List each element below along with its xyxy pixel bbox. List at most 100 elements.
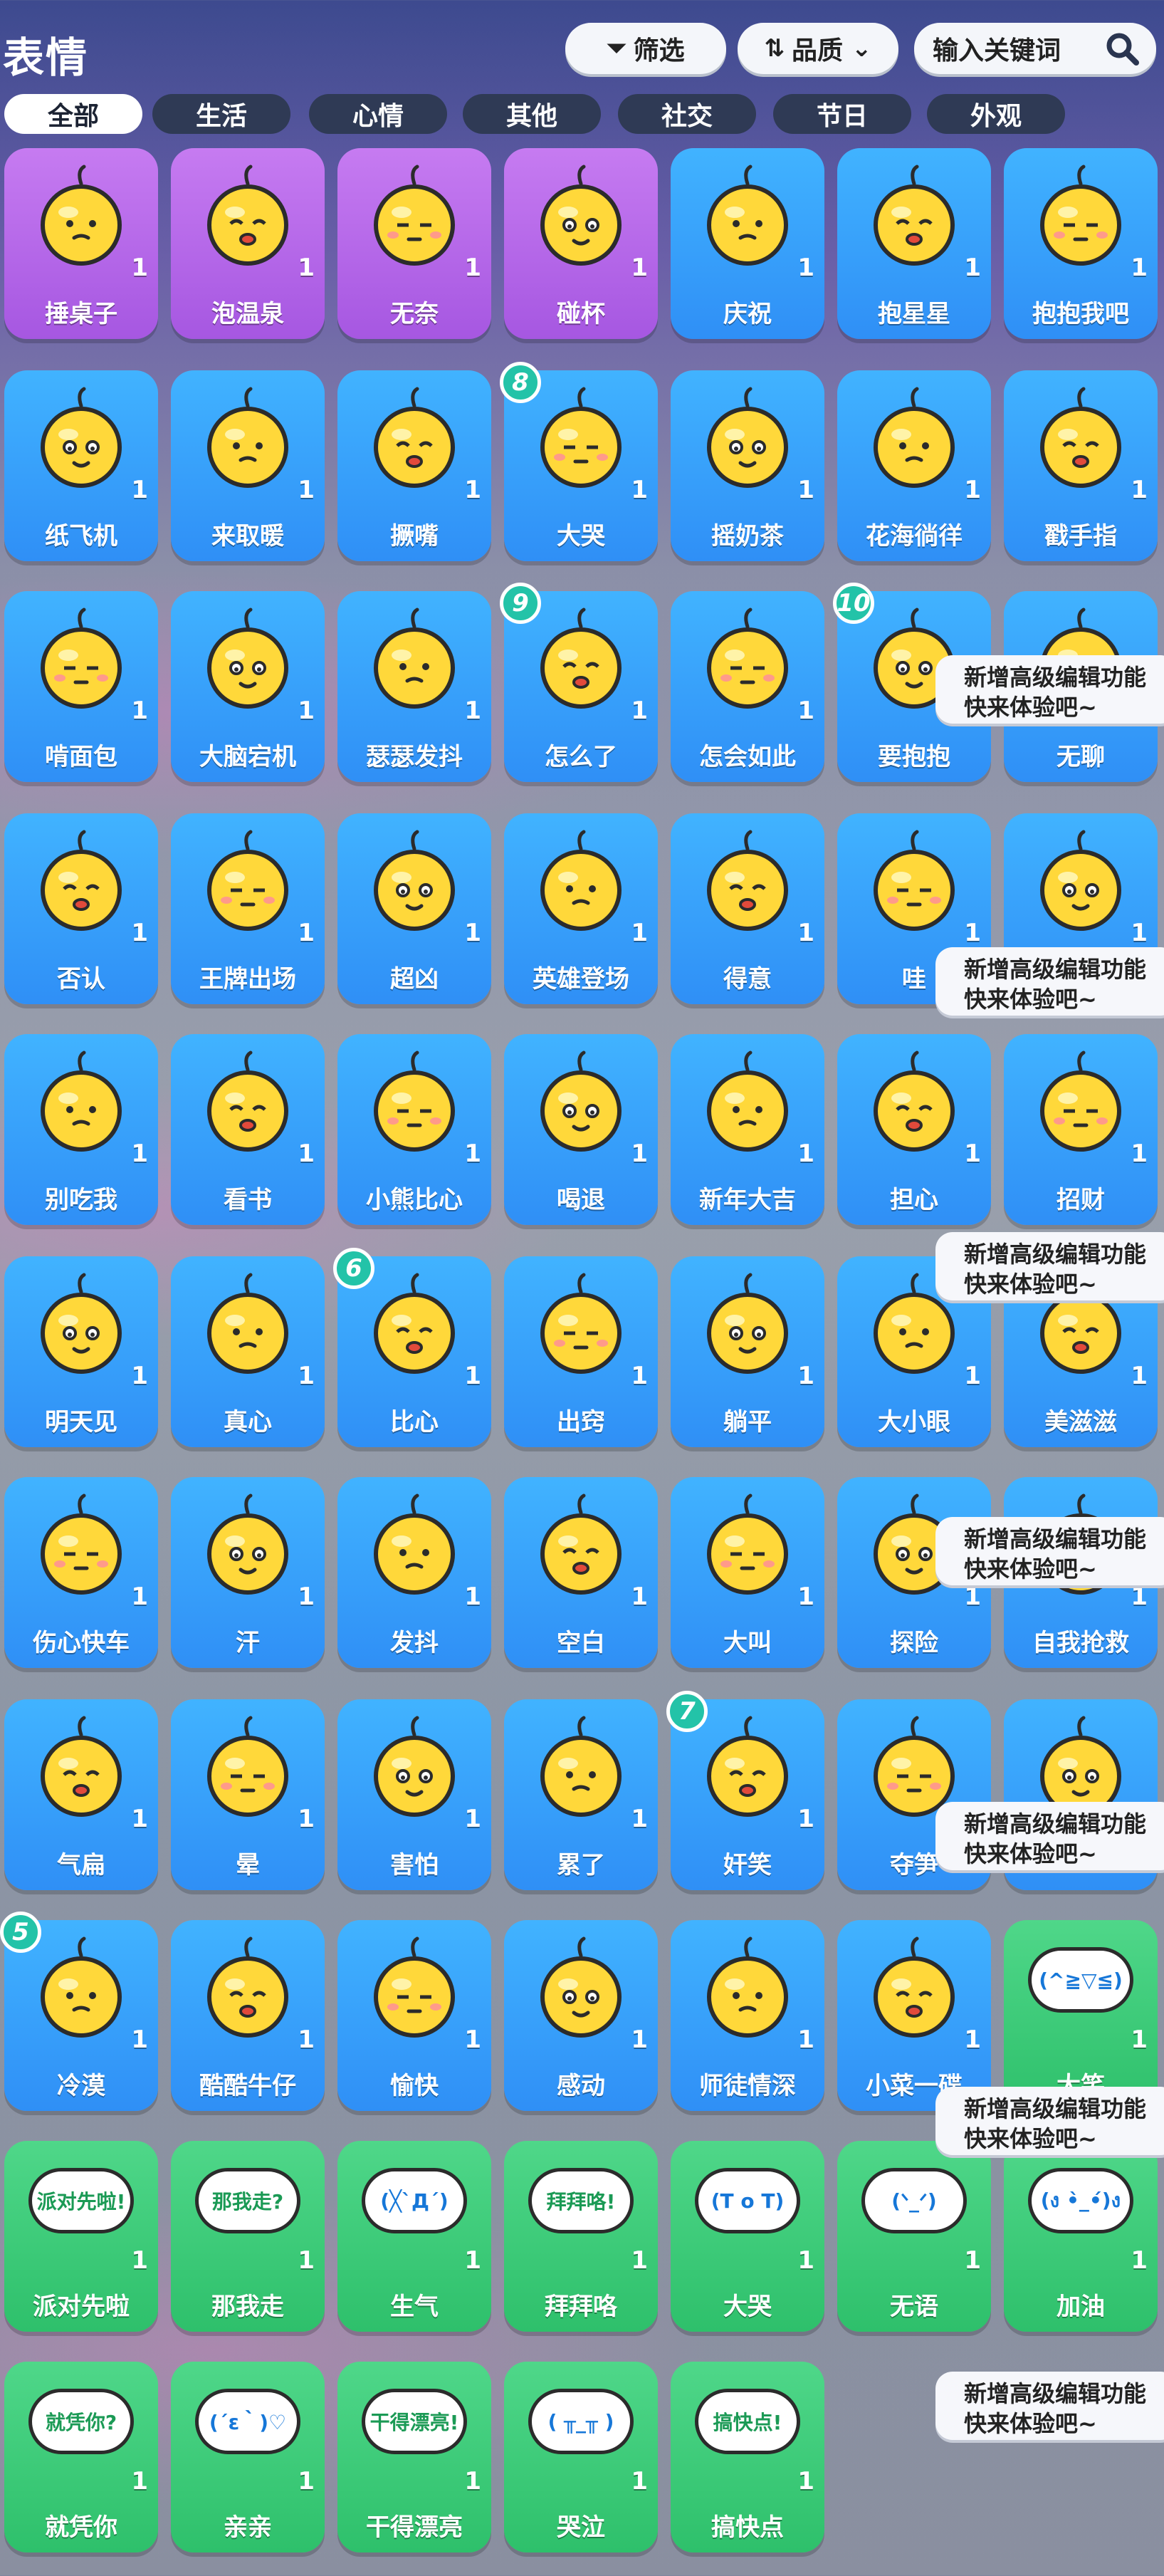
emote-card[interactable]: 1 躺平 bbox=[671, 1256, 824, 1447]
rank-badge: 7 bbox=[666, 1691, 708, 1732]
emote-count: 1 bbox=[1131, 1362, 1148, 1390]
emote-count: 1 bbox=[631, 1140, 648, 1168]
tab-2[interactable]: 心情 bbox=[309, 94, 447, 134]
emote-card[interactable]: 1晕 bbox=[171, 1699, 325, 1890]
emote-card[interactable]: 1 新年大吉 bbox=[671, 1034, 824, 1225]
emote-card[interactable]: 那我走? 1 那我走 bbox=[171, 2141, 325, 2332]
emote-card[interactable]: 1 酷酷牛仔 bbox=[171, 1920, 325, 2111]
tab-4[interactable]: 社交 bbox=[618, 94, 756, 134]
emote-card[interactable]: 1 英雄登场 bbox=[504, 813, 658, 1004]
emote-card[interactable]: 1 担心 bbox=[837, 1034, 991, 1225]
emote-card[interactable]: 1 超凶 bbox=[337, 813, 491, 1004]
emote-label: 哭泣 bbox=[557, 2513, 605, 2542]
emote-count: 1 bbox=[1131, 476, 1148, 504]
emote-card[interactable]: 拜拜咯! 1 拜拜咯 bbox=[504, 2141, 658, 2332]
emote-card[interactable]: (^≧▽≦) 1 大笑 bbox=[1004, 1920, 1158, 2111]
emote-card[interactable]: 1 真心 bbox=[171, 1256, 325, 1447]
emote-card[interactable]: 1 空白 bbox=[504, 1477, 658, 1668]
emote-count: 1 bbox=[631, 254, 648, 282]
emote-count: 1 bbox=[1131, 254, 1148, 282]
emote-card[interactable]: 1 喝退 bbox=[504, 1034, 658, 1225]
emote-art bbox=[41, 387, 122, 488]
feature-tooltip[interactable]: 新增高级编辑功能 快来体验吧~ bbox=[935, 2372, 1164, 2440]
emote-card[interactable]: 1 摇奶茶 bbox=[671, 370, 824, 561]
emote-card[interactable]: 1 大脑宕机 bbox=[171, 591, 325, 782]
emote-card[interactable]: 1 无奈 bbox=[337, 148, 491, 339]
emote-card[interactable]: 1 别吃我 bbox=[4, 1034, 158, 1225]
emote-card[interactable]: (´ε｀)♡ 1 亲亲 bbox=[171, 2362, 325, 2552]
sort-quality-button[interactable]: ⇅ 品质 ⌄ bbox=[738, 23, 898, 74]
emote-count: 1 bbox=[131, 1805, 148, 1833]
emote-card[interactable]: 1 花海徜徉 bbox=[837, 370, 991, 561]
emote-card[interactable]: 1 泡温泉 bbox=[171, 148, 325, 339]
tab-5[interactable]: 节日 bbox=[773, 94, 911, 134]
feature-tooltip[interactable]: 新增高级编辑功能 快来体验吧~ bbox=[935, 1232, 1164, 1300]
emote-card[interactable]: (T o T) 1 大哭 bbox=[671, 2141, 824, 2332]
emote-card[interactable]: 1 戳手指 bbox=[1004, 370, 1158, 561]
emote-card[interactable]: 1 出窍 bbox=[504, 1256, 658, 1447]
emote-card[interactable]: 1 瑟瑟发抖 bbox=[337, 591, 491, 782]
emote-card[interactable]: 1 看书 bbox=[171, 1034, 325, 1225]
emote-card[interactable]: 1 感动 bbox=[504, 1920, 658, 2111]
emote-card[interactable]: 1 捶桌子 bbox=[4, 148, 158, 339]
feature-tooltip[interactable]: 新增高级编辑功能 快来体验吧~ bbox=[935, 655, 1164, 724]
emote-count: 1 bbox=[797, 1140, 814, 1168]
tab-0[interactable]: 全部 bbox=[4, 94, 142, 134]
feature-tooltip[interactable]: 新增高级编辑功能 快来体验吧~ bbox=[935, 2087, 1164, 2155]
emote-card[interactable]: 1 气扁 bbox=[4, 1699, 158, 1890]
emote-card[interactable]: 1 王牌出场 bbox=[171, 813, 325, 1004]
emote-label: 大叫 bbox=[723, 1629, 772, 1657]
emote-card[interactable]: 1 愉快 bbox=[337, 1920, 491, 2111]
emote-art bbox=[874, 1936, 955, 2038]
emote-card[interactable]: 1 庆祝 bbox=[671, 148, 824, 339]
emote-icon bbox=[191, 162, 305, 276]
emote-card[interactable]: 1 否认 bbox=[4, 813, 158, 1004]
emote-card[interactable]: 1 怎会如此 bbox=[671, 591, 824, 782]
emote-card[interactable]: 1 撅嘴 bbox=[337, 370, 491, 561]
emote-count: 1 bbox=[1131, 919, 1148, 947]
emote-card[interactable]: 1 碰杯 bbox=[504, 148, 658, 339]
emote-card[interactable]: ( ╥_╥ ) 1 哭泣 bbox=[504, 2362, 658, 2552]
emote-card[interactable]: 1 害怕 bbox=[337, 1699, 491, 1890]
emote-card[interactable]: 1 抱星星 bbox=[837, 148, 991, 339]
emote-card[interactable]: 干得漂亮! 1 干得漂亮 bbox=[337, 2362, 491, 2552]
emote-card[interactable]: 1 招财 bbox=[1004, 1034, 1158, 1225]
emote-card[interactable]: (╳`Д´) 1 生气 bbox=[337, 2141, 491, 2332]
emote-card[interactable]: 1 明天见 bbox=[4, 1256, 158, 1447]
emote-card[interactable]: (ง •̀_•́)ง 1 加油 bbox=[1004, 2141, 1158, 2332]
emote-art bbox=[374, 1273, 455, 1374]
emote-card[interactable]: 就凭你? 1 就凭你 bbox=[4, 2362, 158, 2552]
search-icon[interactable] bbox=[1103, 30, 1141, 67]
emote-card[interactable]: 1 发抖 bbox=[337, 1477, 491, 1668]
feature-tooltip[interactable]: 新增高级编辑功能 快来体验吧~ bbox=[935, 1802, 1164, 1870]
emote-card[interactable]: 1 师徒情深 bbox=[671, 1920, 824, 2111]
filter-button[interactable]: ⏷ 筛选 bbox=[565, 23, 726, 74]
emote-card[interactable]: 1 纸飞机 bbox=[4, 370, 158, 561]
tooltip-line1: 新增高级编辑功能 bbox=[964, 1241, 1147, 1268]
emote-art bbox=[707, 1716, 788, 1817]
emote-card[interactable]: 1 啃面包 bbox=[4, 591, 158, 782]
tab-6[interactable]: 外观 bbox=[927, 94, 1065, 134]
emote-card[interactable]: 派对先啦! 1 派对先啦 bbox=[4, 2141, 158, 2332]
emote-card[interactable]: 1 大叫 bbox=[671, 1477, 824, 1668]
emote-card[interactable]: 1汗 bbox=[171, 1477, 325, 1668]
feature-tooltip[interactable]: 新增高级编辑功能 快来体验吧~ bbox=[935, 1517, 1164, 1585]
emote-label: 加油 bbox=[1056, 2293, 1105, 2321]
tab-1[interactable]: 生活 bbox=[152, 94, 290, 134]
feature-tooltip[interactable]: 新增高级编辑功能 快来体验吧~ bbox=[935, 947, 1164, 1016]
search-box[interactable]: 输入关键词 bbox=[914, 23, 1156, 74]
emote-card[interactable]: 1 抱抱我吧 bbox=[1004, 148, 1158, 339]
emote-card[interactable]: (ᐠ_ᐟ) 1 无语 bbox=[837, 2141, 991, 2332]
emote-count: 1 bbox=[298, 919, 315, 947]
emote-card[interactable]: 搞快点! 1 搞快点 bbox=[671, 2362, 824, 2552]
emote-card[interactable]: 1 伤心快车 bbox=[4, 1477, 158, 1668]
emote-card[interactable]: 1 小熊比心 bbox=[337, 1034, 491, 1225]
emote-card[interactable]: 1 得意 bbox=[671, 813, 824, 1004]
emote-card[interactable]: 1 小菜一碟 bbox=[837, 1920, 991, 2111]
emote-icon bbox=[1024, 385, 1138, 499]
emote-art bbox=[707, 1493, 788, 1595]
emote-label: 喝退 bbox=[557, 1186, 605, 1214]
emote-card[interactable]: 1 来取暖 bbox=[171, 370, 325, 561]
tab-3[interactable]: 其他 bbox=[463, 94, 601, 134]
emote-card[interactable]: 1 累了 bbox=[504, 1699, 658, 1890]
